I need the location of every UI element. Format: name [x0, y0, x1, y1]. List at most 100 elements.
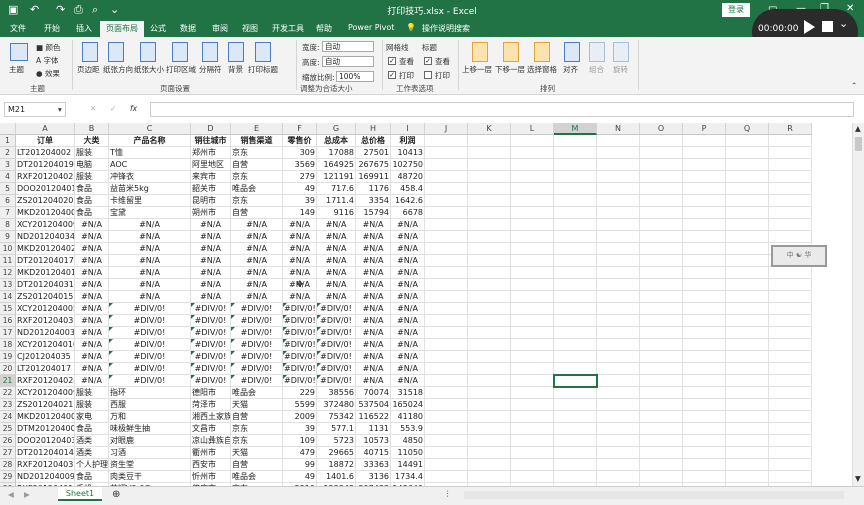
- table-cell[interactable]: #N/A: [283, 231, 317, 243]
- table-cell[interactable]: 湘西土家族: [191, 411, 231, 423]
- table-cell[interactable]: 酒类: [75, 435, 109, 447]
- empty-cell[interactable]: [554, 195, 597, 207]
- table-cell[interactable]: #DIV/0!: [191, 339, 231, 351]
- empty-cell[interactable]: [554, 171, 597, 183]
- row-header[interactable]: 16: [0, 315, 16, 327]
- table-cell[interactable]: #N/A: [75, 327, 109, 339]
- column-header-o[interactable]: O: [640, 123, 683, 135]
- vertical-scrollbar[interactable]: ▲ ▼: [852, 123, 864, 486]
- empty-cell[interactable]: [468, 219, 511, 231]
- table-cell[interactable]: 食品: [75, 423, 109, 435]
- table-cell[interactable]: 自营: [231, 459, 283, 471]
- table-cell[interactable]: #DIV/0!: [191, 303, 231, 315]
- empty-cell[interactable]: [468, 147, 511, 159]
- empty-cell[interactable]: [425, 315, 468, 327]
- table-cell[interactable]: DT201204014: [16, 447, 75, 459]
- table-cell[interactable]: #N/A: [356, 363, 391, 375]
- empty-cell[interactable]: [468, 171, 511, 183]
- table-cell[interactable]: RXF201204020: [16, 171, 75, 183]
- margins-button[interactable]: 页边距: [77, 64, 100, 75]
- header-cell[interactable]: 零售价: [283, 135, 317, 147]
- empty-cell[interactable]: [554, 339, 597, 351]
- empty-cell[interactable]: [468, 315, 511, 327]
- empty-cell[interactable]: [726, 339, 769, 351]
- empty-cell[interactable]: [726, 183, 769, 195]
- empty-cell[interactable]: [769, 171, 812, 183]
- table-cell[interactable]: 服装: [75, 399, 109, 411]
- table-cell[interactable]: #N/A: [283, 255, 317, 267]
- table-cell[interactable]: 凉山彝族自: [191, 435, 231, 447]
- row-header[interactable]: 9: [0, 231, 16, 243]
- row-header[interactable]: 14: [0, 291, 16, 303]
- table-cell[interactable]: 食品: [75, 207, 109, 219]
- error-indicator-icon[interactable]: [109, 315, 113, 319]
- error-indicator-icon[interactable]: [109, 363, 113, 367]
- table-cell[interactable]: 15794: [356, 207, 391, 219]
- table-cell[interactable]: #DIV/0!: [109, 303, 191, 315]
- empty-cell[interactable]: [468, 387, 511, 399]
- table-cell[interactable]: 衢州市: [191, 447, 231, 459]
- empty-cell[interactable]: [769, 207, 812, 219]
- empty-cell[interactable]: [425, 171, 468, 183]
- empty-cell[interactable]: [468, 159, 511, 171]
- empty-cell[interactable]: [425, 435, 468, 447]
- table-cell[interactable]: MKD201204011: [16, 267, 75, 279]
- error-indicator-icon[interactable]: [317, 339, 321, 343]
- table-cell[interactable]: 益苗米5kg: [109, 183, 191, 195]
- error-indicator-icon[interactable]: [191, 363, 195, 367]
- prev-sheet-icon[interactable]: ◀: [8, 490, 14, 499]
- height-combo[interactable]: 自动: [322, 56, 374, 67]
- table-cell[interactable]: #DIV/0!: [231, 327, 283, 339]
- table-cell[interactable]: 3354: [356, 195, 391, 207]
- empty-cell[interactable]: [726, 219, 769, 231]
- empty-cell[interactable]: [683, 387, 726, 399]
- empty-cell[interactable]: [769, 219, 812, 231]
- empty-cell[interactable]: [726, 399, 769, 411]
- empty-cell[interactable]: [468, 339, 511, 351]
- table-cell[interactable]: 1734.4: [391, 471, 425, 483]
- empty-cell[interactable]: [468, 435, 511, 447]
- table-cell[interactable]: 40715: [356, 447, 391, 459]
- table-cell[interactable]: ZS201204015: [16, 291, 75, 303]
- empty-cell[interactable]: [640, 315, 683, 327]
- stop-icon[interactable]: [822, 21, 833, 32]
- empty-cell[interactable]: [726, 303, 769, 315]
- table-cell[interactable]: #DIV/0!: [317, 351, 356, 363]
- table-cell[interactable]: #DIV/0!: [231, 375, 283, 387]
- empty-cell[interactable]: [640, 387, 683, 399]
- headings-view-checkbox[interactable]: ✓: [424, 57, 432, 65]
- empty-cell[interactable]: [511, 147, 554, 159]
- row-header[interactable]: 27: [0, 447, 16, 459]
- table-cell[interactable]: 553.9: [391, 423, 425, 435]
- error-indicator-icon[interactable]: [283, 327, 287, 331]
- row-header[interactable]: 5: [0, 183, 16, 195]
- table-cell[interactable]: #N/A: [356, 351, 391, 363]
- table-cell[interactable]: #N/A: [391, 375, 425, 387]
- empty-cell[interactable]: [683, 183, 726, 195]
- table-cell[interactable]: 指环: [109, 387, 191, 399]
- empty-cell[interactable]: [597, 147, 640, 159]
- table-cell[interactable]: 习酒: [109, 447, 191, 459]
- empty-cell[interactable]: [683, 363, 726, 375]
- table-cell[interactable]: #DIV/0!: [231, 363, 283, 375]
- row-header[interactable]: 13: [0, 279, 16, 291]
- empty-cell[interactable]: [425, 207, 468, 219]
- row-header[interactable]: 15: [0, 303, 16, 315]
- empty-cell[interactable]: [769, 267, 812, 279]
- empty-cell[interactable]: [683, 339, 726, 351]
- empty-cell[interactable]: [640, 363, 683, 375]
- empty-cell[interactable]: [640, 183, 683, 195]
- table-cell[interactable]: #N/A: [317, 243, 356, 255]
- size-button[interactable]: 纸张大小: [134, 64, 164, 75]
- table-cell[interactable]: #N/A: [391, 255, 425, 267]
- column-header-a[interactable]: A: [16, 123, 75, 135]
- empty-cell[interactable]: [769, 279, 812, 291]
- empty-cell[interactable]: [683, 147, 726, 159]
- table-cell[interactable]: #N/A: [191, 255, 231, 267]
- empty-cell[interactable]: [640, 459, 683, 471]
- error-indicator-icon[interactable]: [317, 315, 321, 319]
- table-cell[interactable]: 10573: [356, 435, 391, 447]
- table-cell[interactable]: #N/A: [75, 231, 109, 243]
- table-cell[interactable]: #DIV/0!: [231, 339, 283, 351]
- empty-cell[interactable]: [769, 435, 812, 447]
